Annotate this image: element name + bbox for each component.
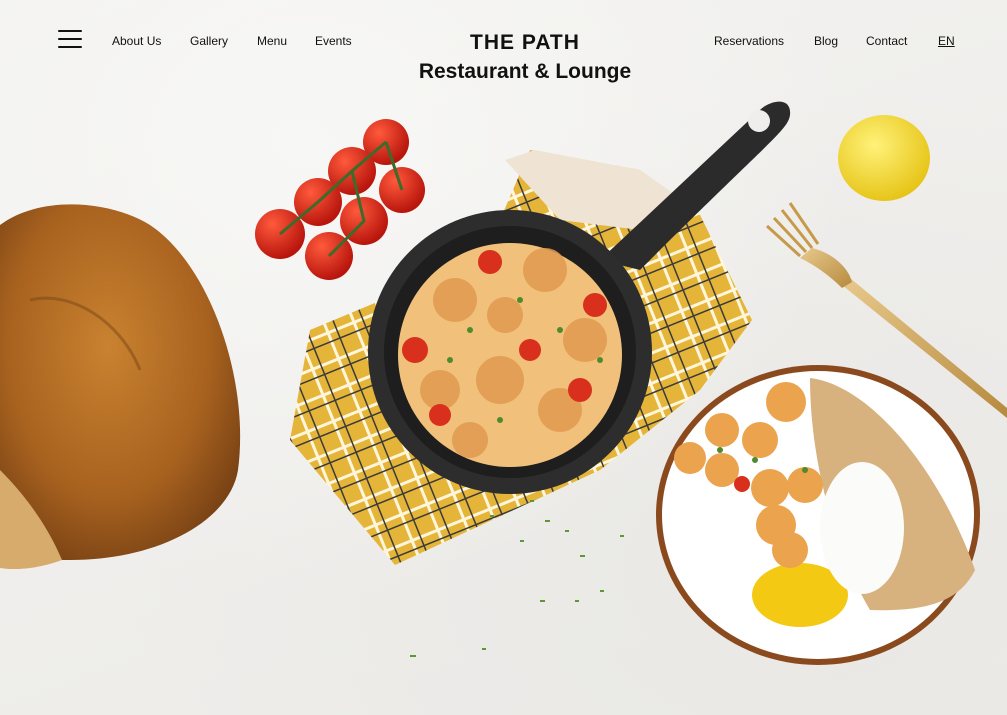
hamburger-menu-icon[interactable] — [58, 30, 82, 50]
nav-link-blog[interactable]: Blog — [814, 34, 838, 48]
bread-loaf — [0, 204, 241, 570]
food-illustration — [0, 101, 1007, 665]
nav-link-about-us[interactable]: About Us — [112, 34, 161, 48]
plate — [656, 365, 980, 665]
brand-subtitle: Restaurant & Lounge — [418, 60, 632, 83]
language-switcher[interactable]: EN — [938, 34, 955, 48]
pasta-pan — [368, 210, 652, 494]
top-navigation: About Us Gallery Menu Events THE PATH Re… — [0, 0, 1007, 90]
hero-image — [0, 0, 1007, 715]
brand-title: THE PATH — [470, 31, 580, 54]
nav-link-contact[interactable]: Contact — [866, 34, 907, 48]
nav-link-menu[interactable]: Menu — [257, 34, 287, 48]
lemon — [838, 115, 930, 201]
cherry-tomatoes — [255, 119, 425, 280]
nav-link-events[interactable]: Events — [315, 34, 352, 48]
nav-link-reservations[interactable]: Reservations — [714, 34, 784, 48]
brand-logo[interactable]: THE PATH Restaurant & Lounge — [380, 30, 670, 85]
nav-link-gallery[interactable]: Gallery — [190, 34, 228, 48]
